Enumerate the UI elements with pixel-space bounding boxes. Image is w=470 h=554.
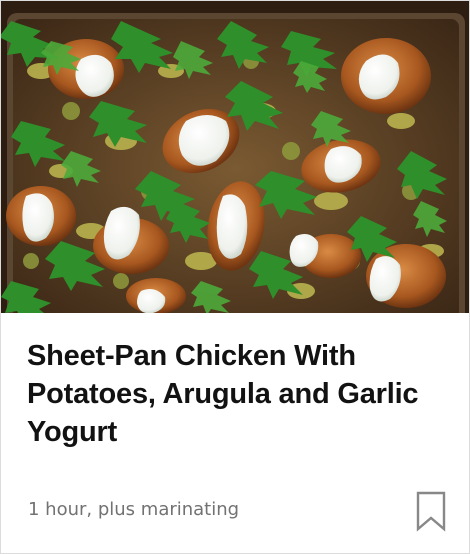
cook-time: 1 hour, plus marinating: [28, 499, 240, 520]
recipe-title[interactable]: Sheet-Pan Chicken With Potatoes, Arugula…: [27, 337, 447, 451]
bookmark-icon[interactable]: [415, 490, 447, 532]
recipe-photo[interactable]: [1, 1, 469, 313]
recipe-card[interactable]: Sheet-Pan Chicken With Potatoes, Arugula…: [0, 0, 470, 554]
